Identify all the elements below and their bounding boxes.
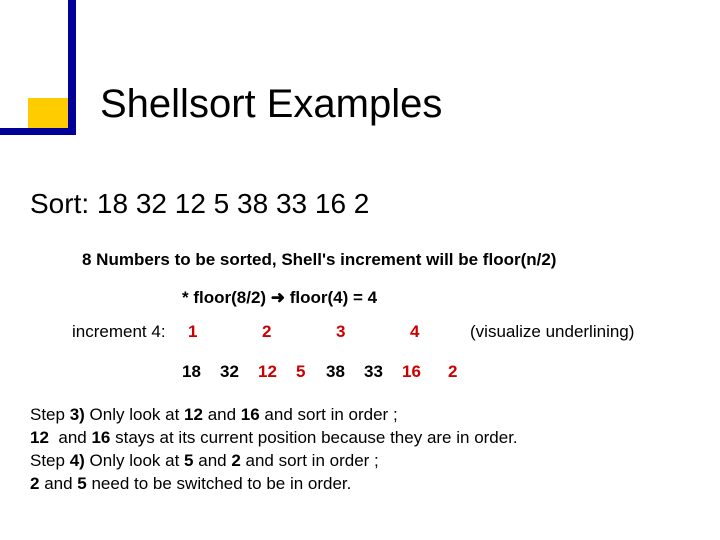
num-2: 2	[448, 362, 457, 382]
num-38: 38	[326, 362, 345, 382]
step4-line2: 2 and 5 need to be switched to be in ord…	[30, 474, 351, 493]
increment-col-1: 1	[188, 322, 197, 342]
step3-line1: Step 3) Only look at 12 and 16 and sort …	[30, 405, 398, 424]
num-5: 5	[296, 362, 305, 382]
num-16: 16	[402, 362, 421, 382]
num-18: 18	[182, 362, 201, 382]
increment-label: increment 4:	[72, 322, 166, 342]
visualize-note: (visualize underlining)	[470, 322, 634, 342]
accent-bar-horizontal	[0, 128, 76, 135]
step-text: Step 3) Only look at 12 and 16 and sort …	[30, 404, 518, 496]
step3-line2: 12 and 16 stays at its current position …	[30, 428, 518, 447]
increment-col-2: 2	[262, 322, 271, 342]
increment-note: 8 Numbers to be sorted, Shell's incremen…	[82, 250, 556, 270]
num-12: 12	[258, 362, 277, 382]
num-33: 33	[364, 362, 383, 382]
increment-col-3: 3	[336, 322, 345, 342]
page-title: Shellsort Examples	[100, 82, 442, 127]
increment-col-4: 4	[410, 322, 419, 342]
num-32: 32	[220, 362, 239, 382]
step4-line1: Step 4) Only look at 5 and 2 and sort in…	[30, 451, 379, 470]
accent-bar-vertical	[68, 0, 76, 135]
floor-calc: * floor(8/2) ➜ floor(4) = 4	[182, 288, 377, 308]
sort-sequence: Sort: 18 32 12 5 38 33 16 2	[30, 188, 369, 220]
